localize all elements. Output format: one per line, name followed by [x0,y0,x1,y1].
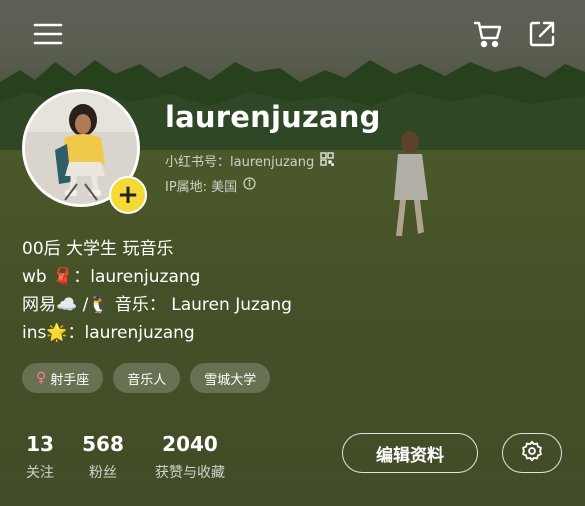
settings-button[interactable] [502,433,562,473]
tag-label: 射手座 [50,372,90,388]
qr-code-icon[interactable] [320,151,335,170]
ip-location: IP属地: 美国 [165,180,238,195]
stat-label: 粉丝 [89,465,117,481]
menu-icon[interactable] [30,16,66,52]
tag-zodiac[interactable]: ♀ 射手座 [22,363,104,393]
bio-line: wb 🧣：laurenjuzang [22,267,201,287]
tag-musician[interactable]: 音乐人 [113,363,181,393]
stat-value: 568 [82,432,124,456]
stat-following[interactable]: 13 关注 [22,432,58,482]
bio-line: 00后 大学生 玩音乐 [22,239,174,259]
stat-fans[interactable]: 568 粉丝 [82,432,124,482]
gear-icon [521,440,543,466]
edit-profile-button[interactable]: 编辑资料 [342,433,478,473]
info-icon[interactable] [243,177,256,194]
tag-list: ♀ 射手座 音乐人 雪城大学 [22,363,271,393]
bio-line: ins🌟：laurenjuzang [22,323,195,343]
tag-label: 音乐人 [127,372,167,388]
stat-label: 获赞与收藏 [155,465,225,481]
share-icon[interactable] [524,16,560,52]
stat-label: 关注 [26,465,54,481]
add-avatar-button[interactable]: + [109,176,147,214]
stat-likes[interactable]: 2040 获赞与收藏 [146,432,234,482]
plus-icon: + [117,180,139,210]
stat-value: 2040 [162,432,218,456]
username: laurenjuzang [165,100,381,134]
tag-school[interactable]: 雪城大学 [190,363,271,393]
female-symbol-icon: ♀ [36,370,47,386]
stat-value: 13 [26,432,54,456]
account-id-row: 小红书号：laurenjuzang [165,151,335,170]
tag-label: 雪城大学 [204,372,257,388]
account-id: 小红书号：laurenjuzang [165,155,315,170]
bio-line: 网易☁️ /🐧 音乐： Lauren Juzang [22,295,292,315]
cart-icon[interactable] [470,16,506,52]
bio: 00后 大学生 玩音乐 wb 🧣：laurenjuzang 网易☁️ /🐧 音乐… [22,235,292,347]
ip-location-row: IP属地: 美国 [165,176,256,195]
profile-header: + laurenjuzang 小红书号：laurenjuzang IP属地: 美… [0,0,585,506]
